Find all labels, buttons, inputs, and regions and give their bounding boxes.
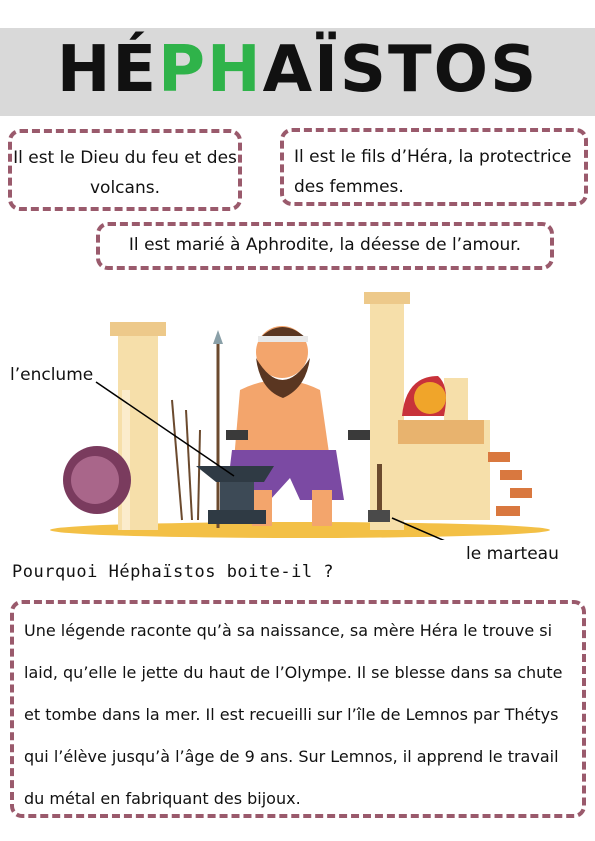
fact-married-box: Il est marié à Aphrodite, la déesse de l… [96, 222, 554, 270]
helmet-icon [402, 376, 446, 416]
title-part-3: AÏSTOS [262, 33, 539, 107]
story-box: Une légende raconte qu’à sa naissance, s… [10, 600, 586, 818]
fact-god-text: Il est le Dieu du feu et des volcans. [13, 148, 237, 198]
hephaistos-illustration [50, 292, 550, 540]
anvil-label: l’enclume [10, 365, 94, 385]
story-text: Une légende raconte qu’à sa naissance, s… [24, 621, 563, 808]
arrows [171, 399, 201, 521]
title-part-2: PH [158, 33, 263, 107]
shield-icon [63, 446, 131, 514]
question-heading: Pourquoi Héphaïstos boite-il ? [12, 562, 335, 582]
page-title: HÉPHAÏSTOS [0, 30, 595, 110]
spear-tip [213, 330, 223, 344]
fact-son-box: Il est le fils d’Héra, la protectrice de… [280, 128, 588, 206]
fact-god-box: Il est le Dieu du feu et des volcans. [8, 129, 242, 211]
fact-married-text: Il est marié à Aphrodite, la déesse de l… [128, 235, 522, 255]
brick-wall [398, 420, 532, 520]
title-part-1: HÉ [56, 33, 159, 107]
fact-son-text: Il est le fils d’Héra, la protectrice de… [294, 147, 572, 197]
hammer-label: le marteau [466, 544, 559, 564]
